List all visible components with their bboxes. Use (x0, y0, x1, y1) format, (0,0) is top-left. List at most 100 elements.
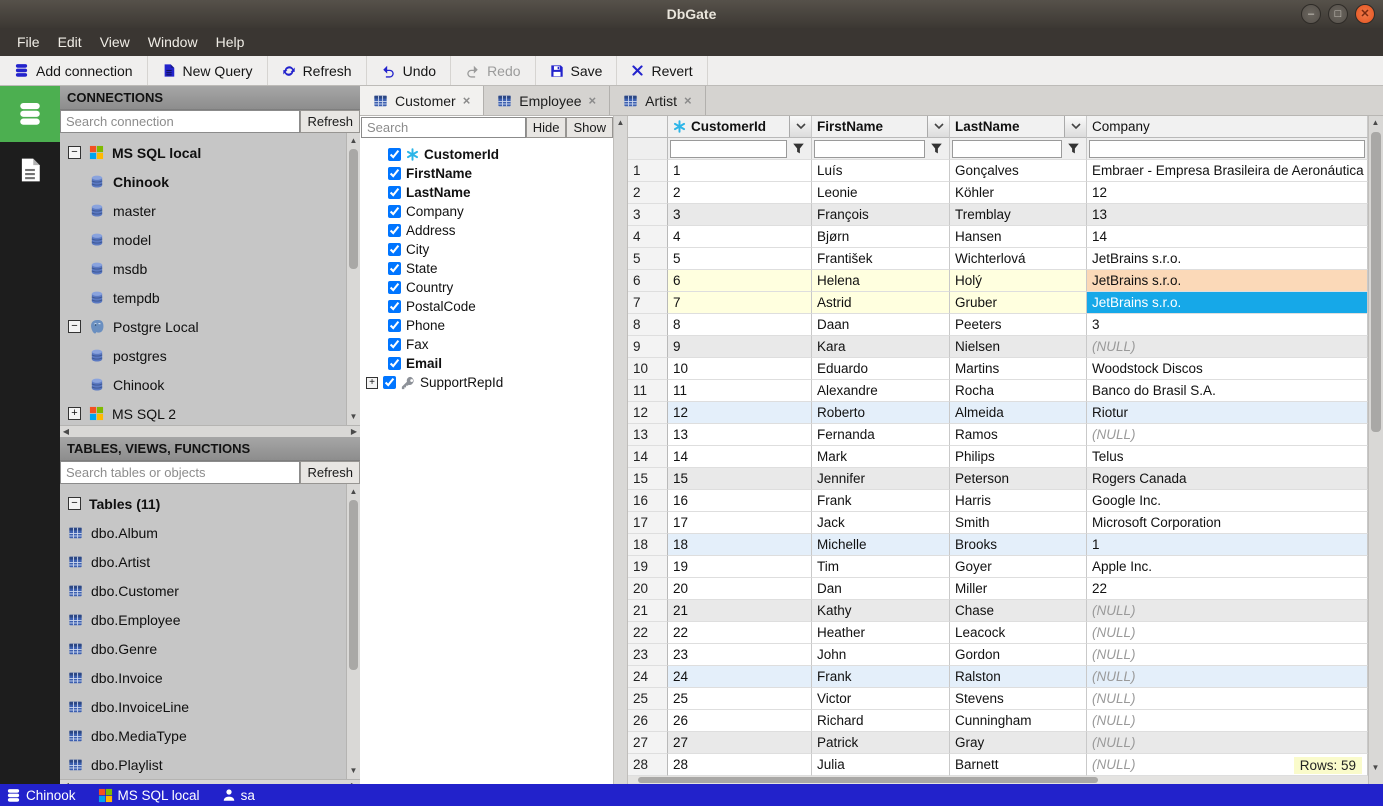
tab-employee[interactable]: Employee × (484, 86, 611, 115)
filter-input-firstname[interactable] (814, 139, 925, 158)
save-button[interactable]: Save (536, 56, 618, 85)
data-cell[interactable]: 4 (668, 226, 812, 248)
column-checkbox[interactable] (388, 205, 401, 218)
rail-connections-item[interactable] (0, 86, 60, 142)
add-connection-button[interactable]: Add connection (0, 56, 148, 85)
connections-vscrollbar[interactable]: ▲ ▼ (346, 133, 360, 425)
table-item-dbo.album[interactable]: dbo.Album (60, 518, 346, 547)
data-cell[interactable]: 7 (668, 292, 812, 314)
column-manager-scrollbar[interactable]: ▲ (613, 116, 628, 784)
data-cell[interactable]: Embraer - Empresa Brasileira de Aeronáut… (1087, 160, 1368, 182)
column-item-city[interactable]: City (366, 240, 613, 259)
column-item-fax[interactable]: Fax (366, 335, 613, 354)
scroll-up-icon[interactable]: ▲ (614, 118, 627, 127)
row-number-cell[interactable]: 9 (628, 336, 668, 358)
connection-item-master[interactable]: master (60, 196, 346, 225)
data-cell[interactable]: Woodstock Discos (1087, 358, 1368, 380)
data-cell[interactable]: 1 (1087, 534, 1368, 556)
row-number-cell[interactable]: 5 (628, 248, 668, 270)
data-cell[interactable]: 13 (1087, 204, 1368, 226)
collapse-icon[interactable]: − (68, 146, 81, 159)
data-cell[interactable]: 3 (1087, 314, 1368, 336)
tab-customer[interactable]: Customer × (360, 86, 485, 115)
data-cell[interactable]: 11 (668, 380, 812, 402)
data-cell[interactable]: 21 (668, 600, 812, 622)
row-number-cell[interactable]: 3 (628, 204, 668, 226)
data-cell[interactable]: Julia (812, 754, 950, 776)
data-cell[interactable]: Brooks (950, 534, 1087, 556)
connection-item-model[interactable]: model (60, 225, 346, 254)
column-item-company[interactable]: Company (366, 202, 613, 221)
column-header-lastname[interactable]: LastName (950, 116, 1087, 138)
data-cell[interactable]: Gray (950, 732, 1087, 754)
data-cell[interactable]: Richard (812, 710, 950, 732)
connection-item-ms-sql-2[interactable]: + MS SQL 2 (60, 399, 346, 425)
data-cell[interactable]: 2 (668, 182, 812, 204)
data-cell[interactable]: JetBrains s.r.o. (1087, 270, 1368, 292)
column-item-country[interactable]: Country (366, 278, 613, 297)
data-cell[interactable]: 14 (668, 446, 812, 468)
connection-item-tempdb[interactable]: tempdb (60, 283, 346, 312)
collapse-icon[interactable]: − (68, 497, 81, 510)
data-cell[interactable]: Frank (812, 666, 950, 688)
data-cell[interactable]: Victor (812, 688, 950, 710)
data-cell[interactable]: 28 (668, 754, 812, 776)
row-number-cell[interactable]: 2 (628, 182, 668, 204)
data-cell[interactable]: 26 (668, 710, 812, 732)
row-number-cell[interactable]: 4 (628, 226, 668, 248)
data-cell[interactable]: (NULL) (1087, 622, 1368, 644)
data-cell[interactable]: Fernanda (812, 424, 950, 446)
data-cell[interactable]: Barnett (950, 754, 1087, 776)
data-cell[interactable]: Peterson (950, 468, 1087, 490)
column-header-customerid[interactable]: CustomerId (668, 116, 812, 138)
tab-close-icon[interactable]: × (589, 93, 597, 108)
column-search-input[interactable] (361, 117, 526, 138)
table-item-dbo.genre[interactable]: dbo.Genre (60, 634, 346, 663)
scroll-down-icon[interactable]: ▼ (1369, 763, 1382, 772)
row-number-cell[interactable]: 24 (628, 666, 668, 688)
column-item-postalcode[interactable]: PostalCode (366, 297, 613, 316)
new-query-button[interactable]: New Query (148, 56, 268, 85)
filter-input-lastname[interactable] (952, 139, 1062, 158)
data-cell[interactable]: Google Inc. (1087, 490, 1368, 512)
scroll-right-icon[interactable]: ▶ (348, 426, 360, 437)
data-cell[interactable]: 24 (668, 666, 812, 688)
data-cell[interactable]: Alexandre (812, 380, 950, 402)
column-checkbox[interactable] (388, 300, 401, 313)
grid-vscroll-thumb[interactable] (1371, 132, 1381, 432)
column-item-lastname[interactable]: LastName (366, 183, 613, 202)
column-checkbox[interactable] (388, 167, 401, 180)
table-item-dbo.employee[interactable]: dbo.Employee (60, 605, 346, 634)
row-number-cell[interactable]: 16 (628, 490, 668, 512)
column-checkbox[interactable] (388, 243, 401, 256)
tables-refresh-button[interactable]: Refresh (300, 461, 360, 484)
hide-column-button[interactable]: Hide (525, 117, 567, 138)
row-number-cell[interactable]: 8 (628, 314, 668, 336)
data-cell[interactable]: Peeters (950, 314, 1087, 336)
filter-funnel-button[interactable] (925, 140, 947, 158)
data-cell[interactable]: 22 (1087, 578, 1368, 600)
connection-search-input[interactable] (60, 110, 301, 133)
data-cell[interactable]: Harris (950, 490, 1087, 512)
menu-edit[interactable]: Edit (49, 30, 91, 54)
scroll-left-icon[interactable]: ◀ (60, 426, 72, 437)
data-cell[interactable]: 15 (668, 468, 812, 490)
data-cell[interactable]: Dan (812, 578, 950, 600)
data-cell[interactable]: (NULL) (1087, 732, 1368, 754)
row-number-cell[interactable]: 26 (628, 710, 668, 732)
grid-vscrollbar[interactable]: ▲ ▼ (1368, 116, 1383, 784)
row-number-cell[interactable]: 23 (628, 644, 668, 666)
table-item-dbo.mediatype[interactable]: dbo.MediaType (60, 721, 346, 750)
column-item-firstname[interactable]: FirstName (366, 164, 613, 183)
data-cell[interactable]: Jennifer (812, 468, 950, 490)
table-item-dbo.invoiceline[interactable]: dbo.InvoiceLine (60, 692, 346, 721)
data-cell[interactable]: Martins (950, 358, 1087, 380)
column-checkbox[interactable] (388, 319, 401, 332)
data-cell[interactable]: Microsoft Corporation (1087, 512, 1368, 534)
scroll-down-icon[interactable]: ▼ (347, 411, 360, 423)
refresh-button[interactable]: Refresh (268, 56, 367, 85)
connection-item-chinook[interactable]: Chinook (60, 167, 346, 196)
data-cell[interactable]: (NULL) (1087, 336, 1368, 358)
row-number-cell[interactable]: 11 (628, 380, 668, 402)
connections-refresh-button[interactable]: Refresh (300, 110, 360, 133)
